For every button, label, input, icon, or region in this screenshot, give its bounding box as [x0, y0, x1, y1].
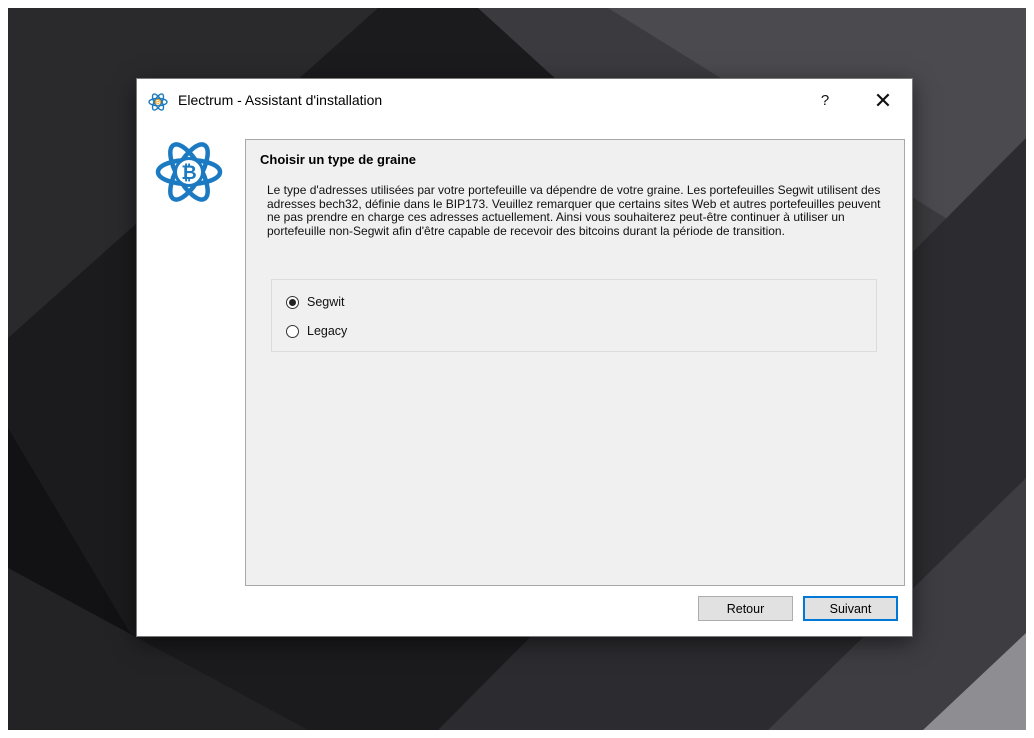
help-button[interactable]: ?	[813, 86, 837, 116]
close-button[interactable]: ✕	[868, 86, 898, 116]
electrum-bitcoin-icon: ₿	[148, 93, 168, 111]
next-button[interactable]: Suivant	[803, 596, 898, 621]
electrum-atom-logo: ₿	[155, 142, 223, 202]
option-legacy[interactable]: Legacy	[286, 322, 347, 340]
window-title: Electrum - Assistant d'installation	[178, 92, 383, 108]
svg-text:₿: ₿	[181, 162, 196, 184]
seed-type-options: Segwit Legacy	[271, 279, 877, 352]
title-bar[interactable]: ₿ Electrum - Assistant d'installation ? …	[137, 79, 912, 123]
description-text: Le type d'adresses utilisées par votre p…	[267, 183, 881, 238]
option-segwit[interactable]: Segwit	[286, 293, 345, 311]
legacy-radio[interactable]	[286, 324, 299, 338]
legacy-label: Legacy	[307, 324, 348, 338]
back-button[interactable]: Retour	[698, 596, 793, 621]
content-panel: Choisir un type de graine Le type d'adre…	[245, 139, 905, 586]
setup-wizard-dialog: ₿ Electrum - Assistant d'installation ? …	[137, 79, 912, 636]
segwit-label: Segwit	[307, 295, 345, 309]
svg-text:₿: ₿	[156, 99, 161, 106]
segwit-radio[interactable]	[286, 295, 299, 309]
page-title: Choisir un type de graine	[260, 152, 417, 167]
